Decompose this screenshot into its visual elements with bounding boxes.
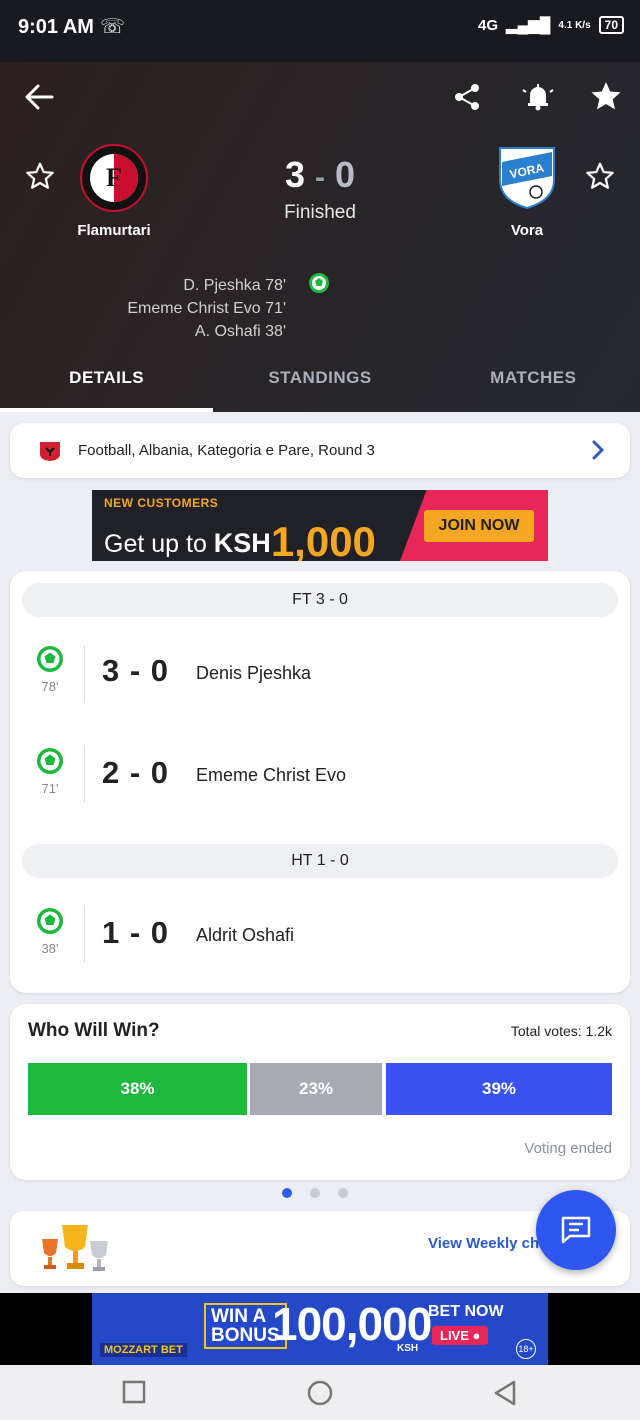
wifi-call-icon: ☏ — [100, 16, 126, 38]
vote-title: Who Will Win? — [28, 1020, 160, 1041]
goal-scorer: Aldrit Oshafi — [196, 925, 295, 945]
goal-score: 1 - 0 — [102, 915, 170, 950]
promo-banner-top[interactable]: NEW CUSTOMERS Get up to KSH1,000 JOIN NO… — [92, 490, 548, 561]
tab-details[interactable]: DETAILS — [0, 354, 213, 412]
scorer-line: A. Oshafi 38' — [194, 323, 286, 340]
back-triangle-icon[interactable] — [492, 1379, 518, 1407]
competition-row[interactable]: Football, Albania, Kategoria e Pare, Rou… — [10, 423, 630, 478]
match-status: Finished — [284, 202, 356, 223]
away-team-crest[interactable]: VORA — [496, 142, 558, 210]
away-team-name[interactable]: Vora — [457, 222, 597, 239]
divider — [84, 747, 85, 803]
ad-live-badge: LIVE ● — [432, 1326, 489, 1345]
vote-draw-bar: 23% — [250, 1063, 382, 1115]
competition-label: Football, Albania, Kategoria e Pare, Rou… — [78, 442, 375, 459]
speed-label: 4.1 K/s — [558, 19, 591, 31]
favorite-match-star-icon[interactable] — [590, 80, 622, 112]
goal-scorer: Ememe Christ Evo — [196, 765, 347, 785]
status-time: 9:01 AM — [18, 16, 94, 38]
ad-bonus-line: BONUS — [211, 1325, 280, 1346]
ad-age-badge: 18+ — [516, 1339, 536, 1359]
ad-headline: Get up to KSH1,000 — [104, 514, 376, 561]
system-nav-bar — [0, 1365, 640, 1420]
chevron-right-icon — [592, 440, 605, 460]
away-score: 0 — [335, 154, 356, 195]
goal-score: 3 - 0 — [102, 653, 170, 688]
ad-text: Get up to — [104, 530, 214, 558]
ad-brand: MOZZART BET — [100, 1343, 187, 1357]
svg-text:F: F — [106, 163, 122, 192]
carousel-dots — [282, 1188, 348, 1198]
ad-bet-now: BET NOW — [428, 1303, 504, 1320]
ad-currency: KSH — [397, 1343, 419, 1354]
active-tab-indicator — [0, 408, 213, 412]
albania-flag-icon — [40, 441, 60, 461]
goal-ball-icon — [37, 646, 63, 672]
battery-icon: 70 — [598, 16, 624, 34]
network-label: 4G — [478, 16, 499, 34]
goal-event-row[interactable]: 71' 2 - 0 Ememe Christ Evo — [10, 747, 630, 807]
home-team-crest[interactable]: F — [80, 144, 148, 212]
join-now-button[interactable]: JOIN NOW — [424, 510, 534, 542]
ad-win-line: WIN A — [211, 1306, 267, 1327]
match-header: F Flamurtari VORA Vora 3 - 0 Finished D.… — [0, 62, 640, 412]
halftime-header: HT 1 - 0 — [22, 844, 618, 878]
goal-minute: 78' — [41, 679, 59, 694]
goal-ball-icon — [37, 748, 63, 774]
favorite-away-star-icon[interactable] — [586, 162, 614, 190]
signal-icon: ▂▄▆█ — [506, 17, 551, 34]
vote-total: Total votes: 1.2k — [510, 1023, 612, 1039]
goal-ball-icon — [37, 908, 63, 934]
carousel-dot-active[interactable] — [282, 1188, 292, 1198]
goal-event-row[interactable]: 78' 3 - 0 Denis Pjeshka — [10, 645, 630, 705]
scorer-line: D. Pjeshka 78' — [183, 277, 286, 294]
goal-scorer: Denis Pjeshka — [196, 663, 312, 683]
share-icon[interactable] — [452, 82, 482, 112]
view-weekly-link[interactable]: View Weekly cha — [428, 1235, 548, 1252]
ad-tagline: NEW CUSTOMERS — [104, 496, 219, 510]
status-bar: 9:01 AM ☏ 4G ▂▄▆█ 4.1 K/s 70 — [0, 0, 640, 62]
vote-home-bar: 38% — [28, 1063, 247, 1115]
goal-minute: 71' — [41, 781, 59, 796]
tab-matches[interactable]: MATCHES — [427, 354, 640, 412]
status-indicators: 4G ▂▄▆█ 4.1 K/s 70 — [478, 16, 624, 34]
scorer-line: Ememe Christ Evo 71' — [127, 300, 286, 317]
vote-status: Voting ended — [524, 1140, 612, 1157]
match-events-card: FT 3 - 0 78' 3 - 0 Denis Pjeshka 71' 2 -… — [10, 571, 630, 993]
scorers-list: D. Pjeshka 78' Ememe Christ Evo 71' A. O… — [127, 274, 286, 343]
score-separator: - — [315, 161, 325, 194]
promo-banner-bottom[interactable]: MOZZART BET WIN A BONUS 100,000 KSH BET … — [92, 1293, 548, 1365]
divider — [84, 645, 85, 701]
chat-fab-button[interactable] — [536, 1190, 616, 1270]
carousel-dot[interactable] — [338, 1188, 348, 1198]
home-team-name[interactable]: Flamurtari — [44, 222, 184, 239]
match-score: 3 - 0 — [220, 154, 420, 196]
home-score: 3 — [284, 154, 305, 195]
goal-score: 2 - 0 — [102, 755, 170, 790]
home-circle-icon[interactable] — [306, 1379, 334, 1407]
ad-amount: 1,000 — [270, 518, 376, 561]
goal-event-row[interactable]: 38' 1 - 0 Aldrit Oshafi — [10, 907, 630, 967]
who-will-win-card: Who Will Win? Total votes: 1.2k 38% 23% … — [10, 1004, 630, 1180]
trophies-icon — [42, 1225, 108, 1271]
recents-square-icon[interactable] — [122, 1379, 146, 1405]
back-arrow-icon[interactable] — [22, 80, 56, 114]
match-tabs: DETAILS STANDINGS MATCHES — [0, 354, 640, 412]
ad-currency: KSH — [213, 528, 271, 558]
fulltime-header: FT 3 - 0 — [22, 583, 618, 617]
notification-bell-icon[interactable] — [522, 80, 554, 112]
vote-away-bar: 39% — [386, 1063, 612, 1115]
goal-minute: 38' — [41, 941, 59, 956]
carousel-dot[interactable] — [310, 1188, 320, 1198]
chat-icon — [561, 1216, 591, 1244]
tab-standings[interactable]: STANDINGS — [213, 354, 426, 412]
goal-ball-icon — [309, 273, 329, 293]
divider — [84, 907, 85, 963]
favorite-home-star-icon[interactable] — [26, 162, 54, 190]
